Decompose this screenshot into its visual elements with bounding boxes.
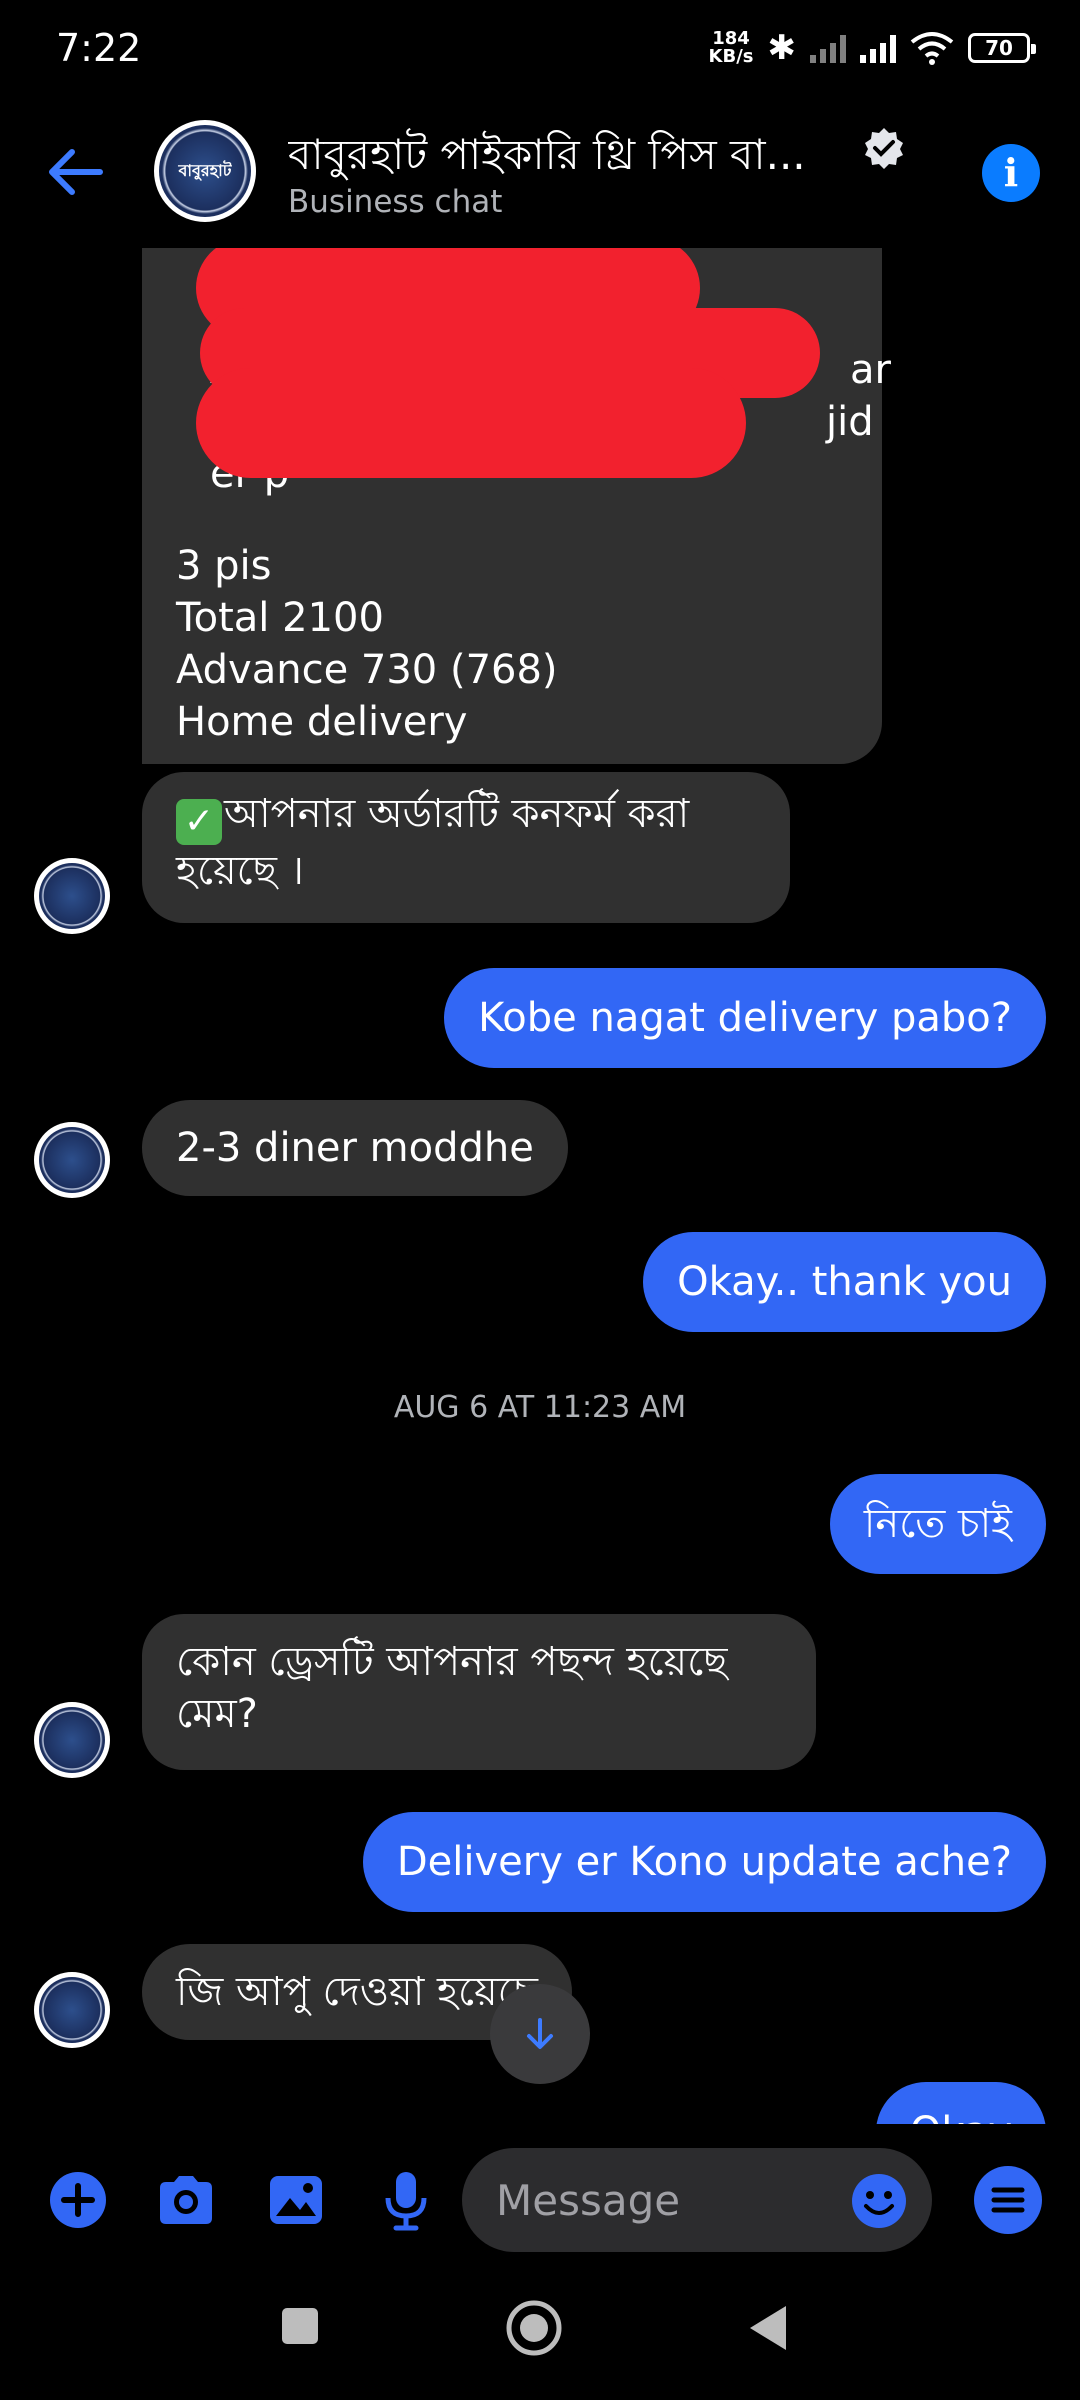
order-line: Advance 730 (768) — [176, 647, 558, 693]
scroll-down-icon — [527, 2018, 553, 2049]
emoji-icon[interactable] — [850, 2172, 908, 2230]
back-arrow-icon[interactable] — [44, 140, 108, 204]
order-fragment: jid — [826, 399, 874, 445]
order-line: Total 2100 — [176, 595, 384, 641]
avatar[interactable] — [34, 1702, 110, 1778]
order-confirm-message[interactable]: ✓ আপনার অর্ডারটি কনফর্ম করা হয়েছে । — [142, 772, 790, 923]
menu-icon — [991, 2187, 1025, 2213]
system-nav-bar — [0, 2274, 1080, 2400]
signal-icon — [810, 33, 846, 63]
microphone-icon[interactable] — [374, 2168, 438, 2232]
message-list[interactable]: N N Ac ar ( jid er p 3 pis Total 2100 Ad… — [0, 248, 1080, 2124]
date-separator: AUG 6 AT 11:23 AM — [393, 1390, 687, 1425]
chat-subtitle: Business chat — [288, 184, 503, 220]
outgoing-message[interactable]: নিতে চাই — [829, 1474, 1046, 1574]
wifi-icon — [910, 32, 954, 65]
recents-icon[interactable] — [278, 2304, 322, 2348]
outgoing-message[interactable]: Delivery er Kono update ache? — [362, 1812, 1046, 1912]
business-logo — [39, 1977, 105, 2043]
battery-icon: 70 — [968, 33, 1036, 63]
signal-icon — [860, 33, 896, 63]
order-line: 3 pis — [176, 543, 272, 589]
chat-header: বাবুরহাট বাবুরহাট পাইকারি থ্রি পিস বা...… — [0, 100, 1080, 248]
page-title[interactable]: বাবুরহাট পাইকারি থ্রি পিস বা... — [288, 122, 806, 193]
verified-badge-icon — [865, 128, 903, 169]
avatar-text: বাবুরহাট — [178, 160, 232, 180]
scroll-down-button[interactable] — [490, 1984, 590, 2084]
incoming-message[interactable]: 2-3 diner moddhe — [142, 1100, 568, 1196]
bluetooth-icon: ✱ — [767, 28, 797, 68]
avatar[interactable]: বাবুরহাট — [154, 120, 256, 222]
menu-button[interactable] — [974, 2166, 1042, 2234]
status-icons: 184 KB/s ✱ 70 — [709, 28, 1036, 68]
camera-icon[interactable] — [154, 2168, 218, 2232]
incoming-message[interactable]: কোন ড্রেসটি আপনার পছন্দ হয়েছে মেম? — [142, 1614, 816, 1770]
order-fragment: ar — [850, 347, 891, 393]
avatar[interactable] — [34, 858, 110, 934]
info-icon[interactable]: i — [982, 144, 1040, 202]
business-logo — [39, 1127, 105, 1193]
outgoing-message[interactable]: Kobe nagat delivery pabo? — [444, 968, 1046, 1068]
business-logo: বাবুরহাট — [159, 125, 251, 217]
outgoing-message[interactable]: Okay.. thank you — [643, 1232, 1046, 1332]
order-line: Home delivery — [176, 699, 468, 745]
home-icon[interactable] — [504, 2298, 564, 2358]
status-time: 7:22 — [56, 26, 142, 70]
composer-bar — [0, 2124, 1080, 2274]
check-mark-icon: ✓ — [176, 799, 222, 845]
outgoing-message[interactable]: Okay — [875, 2082, 1046, 2124]
business-logo — [39, 1707, 105, 1773]
business-logo — [39, 863, 105, 929]
message-text: আপনার অর্ডারটি কনফর্ম করা হয়েছে । — [176, 791, 690, 894]
net-speed: 184 KB/s — [709, 30, 754, 66]
status-bar: 7:22 184 KB/s ✱ 70 — [0, 0, 1080, 100]
avatar[interactable] — [34, 1972, 110, 2048]
nav-back-icon[interactable] — [744, 2302, 792, 2354]
gallery-icon[interactable] — [264, 2168, 328, 2232]
avatar[interactable] — [34, 1122, 110, 1198]
plus-icon[interactable] — [46, 2168, 110, 2232]
redaction-mark — [196, 368, 746, 478]
net-speed-unit: KB/s — [708, 46, 754, 67]
